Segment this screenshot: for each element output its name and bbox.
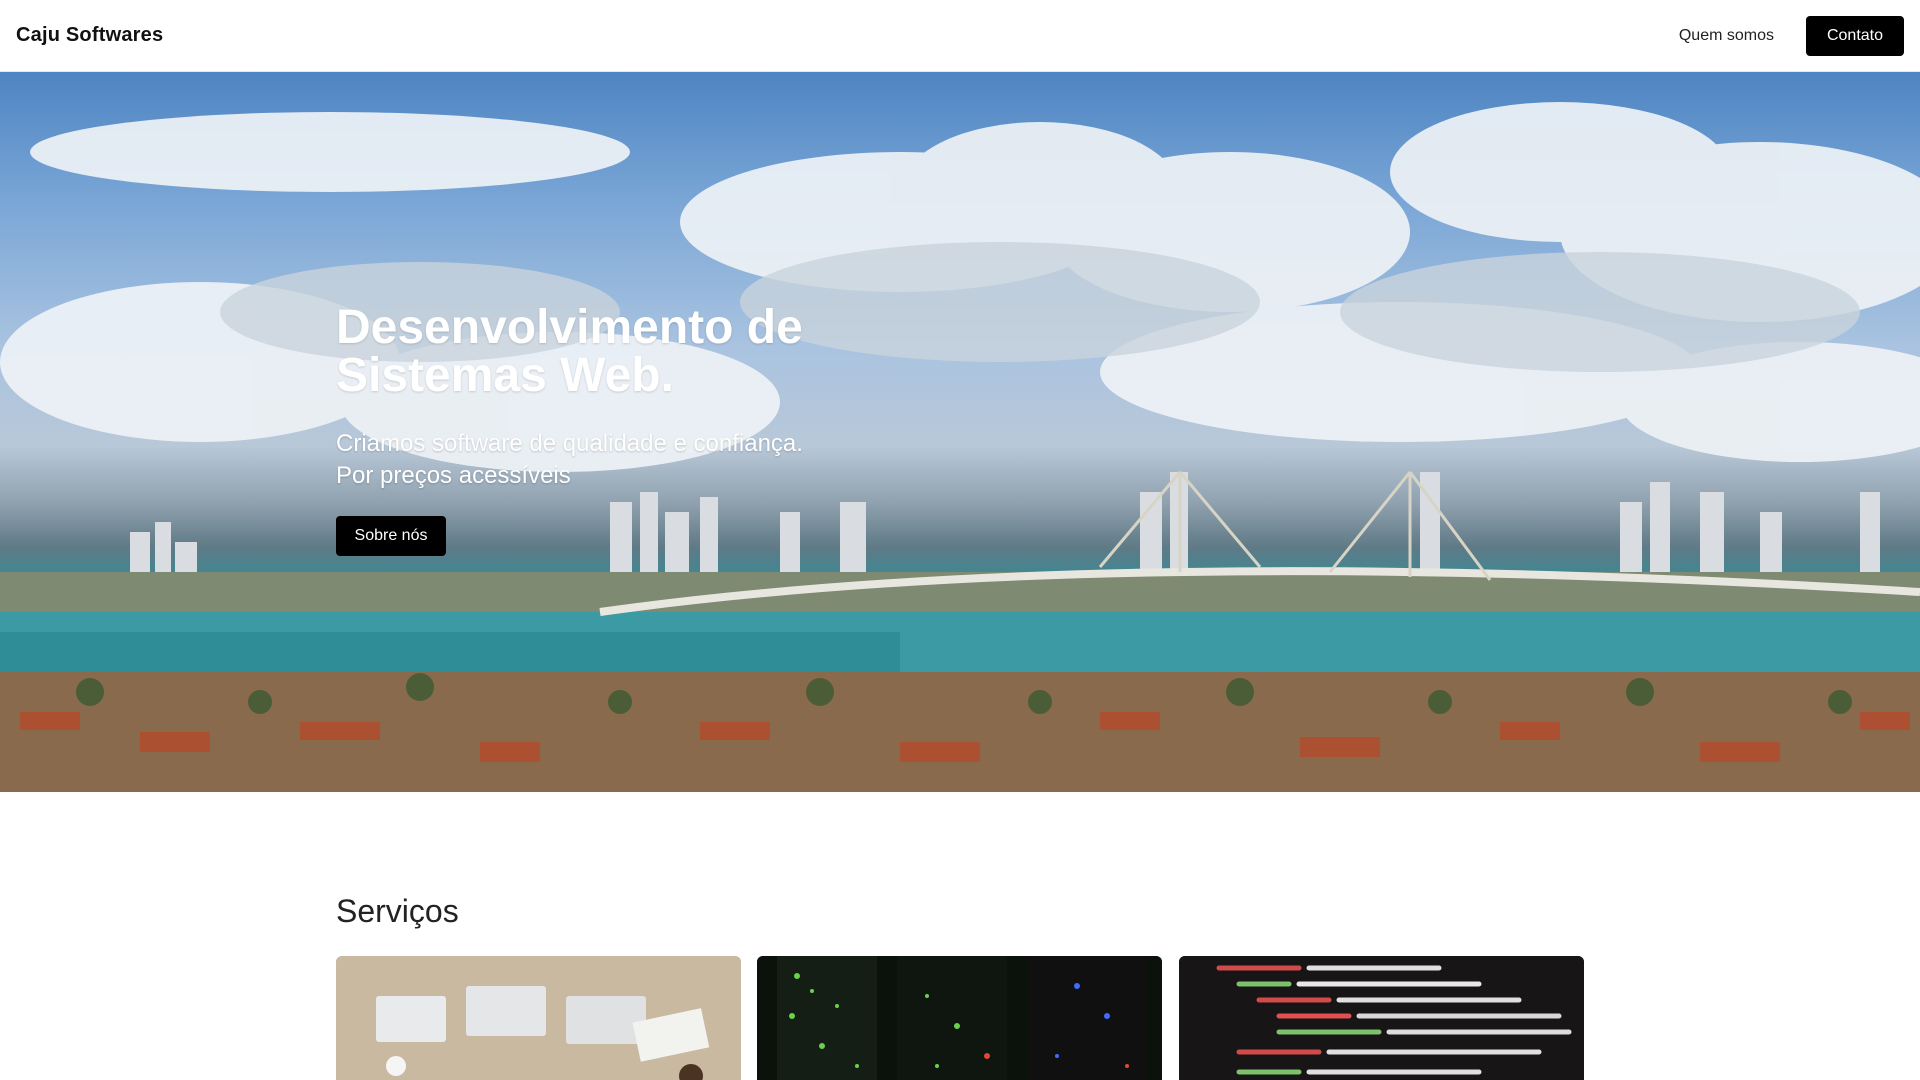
hero-banner: Desenvolvimento de Sistemas Web. Criamos… (0, 72, 1920, 792)
server-rack-image (757, 956, 1162, 1080)
service-card-2[interactable] (757, 956, 1162, 1080)
service-card-1[interactable] (336, 956, 741, 1080)
hero-content: Desenvolvimento de Sistemas Web. Criamos… (336, 304, 856, 556)
city-skyline-image (0, 102, 1920, 792)
site-header: Caju Softwares Quem somos Contato (0, 0, 1920, 72)
hero-subtitle-line1: Criamos software de qualidade e confianç… (336, 430, 803, 457)
hero-title: Desenvolvimento de Sistemas Web. (336, 304, 856, 400)
services-title: Serviços (336, 893, 459, 929)
main-nav: Quem somos Contato (1679, 15, 1904, 56)
team-laptops-image (336, 956, 741, 1080)
service-card-3[interactable] (1179, 956, 1584, 1080)
hero-title-line2: Sistemas Web. (336, 349, 674, 402)
hero-subtitle-line2: Por preços acessíveis (336, 462, 571, 489)
hero-subtitle: Criamos software de qualidade e confianç… (336, 428, 856, 492)
nav-link-quem-somos[interactable]: Quem somos (1679, 27, 1774, 45)
sobre-nos-button[interactable]: Sobre nós (336, 516, 446, 556)
brand-logo[interactable]: Caju Softwares (16, 24, 163, 47)
code-screen-image (1179, 956, 1584, 1080)
hero-title-line1: Desenvolvimento de (336, 301, 803, 354)
contato-button[interactable]: Contato (1806, 15, 1904, 56)
